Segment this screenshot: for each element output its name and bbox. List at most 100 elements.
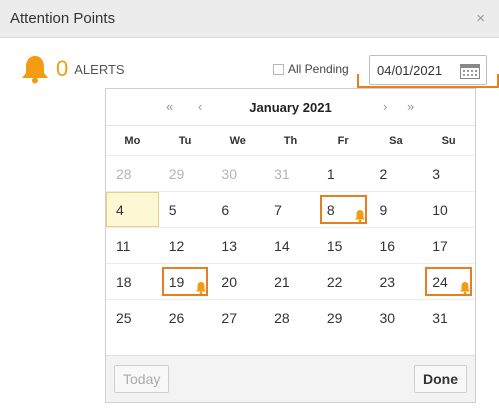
calendar-day[interactable]: 18 xyxy=(106,263,159,300)
calendar-day-number: 21 xyxy=(274,273,290,290)
next-year-button[interactable]: » xyxy=(407,99,414,114)
calendar-day[interactable]: 17 xyxy=(422,227,475,264)
calendar-day[interactable]: 13 xyxy=(211,227,265,264)
weekday-header: Tu xyxy=(158,125,212,156)
calendar-day-number: 8 xyxy=(326,201,335,218)
calendar-day-number: 15 xyxy=(326,237,343,254)
alert-count: 0 xyxy=(56,56,69,81)
calendar-day-number: 7 xyxy=(274,201,282,218)
calendar-day[interactable]: 11 xyxy=(106,227,159,264)
calendar-day-number: 4 xyxy=(116,201,124,218)
bell-icon xyxy=(22,56,48,84)
calendar-day[interactable]: 3 xyxy=(422,155,475,192)
next-month-button[interactable]: › xyxy=(383,99,387,114)
calendar-day[interactable]: 1 xyxy=(316,155,370,192)
calendar-week-row: 25 26 27 28 29 30 31 xyxy=(106,299,475,336)
calendar-day-number: 29 xyxy=(168,165,185,182)
calendar-day-number: 3 xyxy=(432,165,441,182)
calendar-day[interactable]: 5 xyxy=(158,191,212,228)
alert-bell-icon xyxy=(196,282,207,295)
close-icon[interactable]: × xyxy=(476,10,485,27)
calendar-day[interactable]: 9 xyxy=(369,191,423,228)
calendar-day[interactable]: 6 xyxy=(211,191,265,228)
alert-label: ALERTS xyxy=(74,61,125,77)
all-pending-checkbox[interactable] xyxy=(273,63,284,75)
weekday-header: Mo xyxy=(106,125,159,156)
calendar-day-number: 9 xyxy=(379,201,388,218)
calendar-day[interactable]: 23 xyxy=(369,263,423,300)
date-input[interactable]: 04/01/2021 xyxy=(369,55,487,85)
prev-year-button[interactable]: « xyxy=(166,99,173,114)
weekday-header: Th xyxy=(264,125,317,156)
weekday-header: Fr xyxy=(316,125,370,156)
calendar-day[interactable]: 2 xyxy=(369,155,423,192)
calendar-day[interactable]: 20 xyxy=(211,263,265,300)
dialog-header: Attention Points × xyxy=(0,0,499,38)
alerts-summary: 0 ALERTS xyxy=(18,54,125,84)
calendar-day-number: 31 xyxy=(274,165,290,182)
calendar-day-number: 31 xyxy=(432,309,448,326)
calendar-day-number: 28 xyxy=(274,309,290,326)
prev-month-button[interactable]: ‹ xyxy=(198,99,202,114)
calendar-day-number: 5 xyxy=(168,201,177,218)
date-input-value[interactable]: 04/01/2021 xyxy=(377,63,442,78)
calendar-day[interactable]: 10 xyxy=(422,191,475,228)
calendar-day[interactable]: 21 xyxy=(264,263,317,300)
calendar-day-number: 19 xyxy=(168,273,185,290)
calendar-day[interactable]: 22 xyxy=(316,263,370,300)
calendar-day[interactable]: 31 xyxy=(422,299,475,336)
calendar-day-number: 30 xyxy=(221,165,237,182)
calendar-day[interactable]: 29 xyxy=(158,155,212,192)
calendar-day-number: 29 xyxy=(326,309,343,326)
weekday-row: Mo Tu We Th Fr Sa Su xyxy=(106,125,475,156)
calendar-footer: Today Done xyxy=(106,355,475,402)
alert-bell-icon xyxy=(460,282,470,295)
calendar-grid: Mo Tu We Th Fr Sa Su 28 29 30 31 1 2 3 4 5 6 7 8 9 10 11 12 13… xyxy=(106,125,475,336)
calendar-day[interactable]: 26 xyxy=(158,299,212,336)
weekday-header: Sa xyxy=(369,125,423,156)
calendar-day[interactable]: 24 xyxy=(422,263,475,300)
calendar-day[interactable]: 8 xyxy=(316,191,370,228)
calendar-day[interactable]: 16 xyxy=(369,227,423,264)
all-pending-filter[interactable]: All Pending xyxy=(273,62,349,76)
calendar-day[interactable]: 15 xyxy=(316,227,370,264)
calendar-day[interactable]: 4 xyxy=(106,191,159,228)
calendar-day-number: 22 xyxy=(326,273,343,290)
calendar-day[interactable]: 19 xyxy=(158,263,212,300)
calendar-icon[interactable] xyxy=(460,62,480,79)
calendar-day[interactable]: 25 xyxy=(106,299,159,336)
calendar-header: « ‹ January 2021 › » xyxy=(106,89,475,125)
calendar-day-number: 12 xyxy=(168,237,185,254)
calendar-week-row: 18 19 20 21 22 23 24 xyxy=(106,263,475,300)
calendar-day-number: 6 xyxy=(221,201,230,218)
calendar-day-number: 20 xyxy=(221,273,237,290)
month-label[interactable]: January 2021 xyxy=(249,100,331,115)
calendar-day[interactable]: 30 xyxy=(211,155,265,192)
calendar-day-number: 14 xyxy=(274,237,290,254)
calendar-week-row: 11 12 13 14 15 16 17 xyxy=(106,227,475,264)
calendar-day-number: 25 xyxy=(116,309,132,326)
calendar-day-number: 13 xyxy=(221,237,237,254)
calendar-day-number: 28 xyxy=(116,165,132,182)
weekday-header: Su xyxy=(422,125,475,156)
calendar-day-number: 27 xyxy=(221,309,237,326)
calendar-day[interactable]: 28 xyxy=(106,155,159,192)
calendar-day[interactable]: 12 xyxy=(158,227,212,264)
calendar-day[interactable]: 14 xyxy=(264,227,317,264)
calendar-day-number: 10 xyxy=(432,201,448,218)
datepicker-popup: « ‹ January 2021 › » Mo Tu We Th Fr Sa Su 28 29… xyxy=(105,88,476,403)
calendar-day[interactable]: 30 xyxy=(369,299,423,336)
calendar-day[interactable]: 7 xyxy=(264,191,317,228)
calendar-day[interactable]: 27 xyxy=(211,299,265,336)
calendar-day-number: 2 xyxy=(379,165,388,182)
calendar-day[interactable]: 28 xyxy=(264,299,317,336)
calendar-day[interactable]: 31 xyxy=(264,155,317,192)
calendar-day[interactable]: 29 xyxy=(316,299,370,336)
calendar-day-number: 26 xyxy=(168,309,185,326)
calendar-day-number: 23 xyxy=(379,273,396,290)
today-button[interactable]: Today xyxy=(114,365,170,393)
alert-bell-icon xyxy=(354,210,365,223)
done-button[interactable]: Done xyxy=(414,365,467,393)
weekday-header: We xyxy=(211,125,265,156)
calendar-week-row: 28 29 30 31 1 2 3 xyxy=(106,155,475,192)
